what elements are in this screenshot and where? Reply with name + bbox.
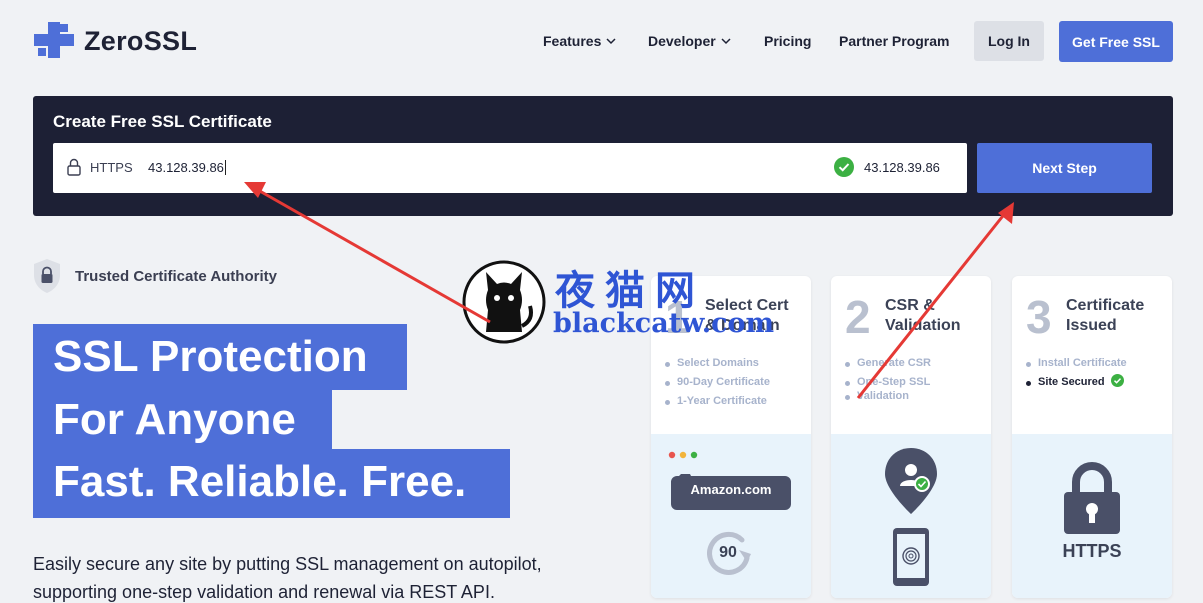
- step-card-issued: 3 Certificate Issued Install Certificate…: [1012, 276, 1172, 598]
- nav-pricing[interactable]: Pricing: [764, 33, 811, 49]
- hero-title-line1: SSL Protection: [33, 324, 407, 390]
- watermark-english: blackcatw.com: [553, 308, 775, 339]
- hero-title-line2: For Anyone: [33, 387, 332, 453]
- chevron-down-icon: [721, 38, 731, 45]
- hero-title-line3: Fast. Reliable. Free.: [33, 449, 510, 518]
- step-card-validation: 2 CSR & Validation Generate CSR One-Step…: [831, 276, 991, 598]
- domain-input[interactable]: HTTPS 43.128.39.86 43.128.39.86: [53, 143, 967, 193]
- step-illustration: Amazon.com 90: [651, 434, 811, 598]
- list-item: Select Domains: [665, 354, 770, 373]
- days-label: 90: [719, 544, 737, 561]
- site-header: ZeroSSL Features Developer Pricing Partn…: [0, 0, 1203, 84]
- step-title: Certificate Issued: [1066, 296, 1144, 336]
- get-free-ssl-button[interactable]: Get Free SSL: [1059, 21, 1173, 62]
- nav-developer-label: Developer: [648, 33, 716, 49]
- nav-features[interactable]: Features: [543, 33, 617, 49]
- step-title-line2: Validation: [885, 317, 961, 334]
- create-certificate-panel: Create Free SSL Certificate HTTPS 43.128…: [33, 96, 1173, 216]
- user-pin-icon: [885, 448, 937, 514]
- nav-partner-label: Partner Program: [839, 33, 950, 49]
- browser-dots-icon: [668, 451, 698, 459]
- step-number: 3: [1026, 291, 1052, 343]
- step-title: CSR & Validation: [885, 296, 961, 336]
- blackcat-logo-icon: [462, 260, 546, 344]
- zerossl-logo-icon[interactable]: [34, 22, 74, 58]
- domain-value[interactable]: 43.128.39.86: [148, 160, 226, 175]
- list-item-site-secured: Site Secured: [1026, 373, 1127, 392]
- step-items: Install Certificate Site Secured: [1026, 354, 1127, 392]
- chevron-down-icon: [606, 38, 616, 45]
- nav-developer[interactable]: Developer: [648, 33, 732, 49]
- step-title-line2: Issued: [1066, 317, 1117, 334]
- trusted-ca-label: Trusted Certificate Authority: [75, 268, 277, 285]
- nav-partner-program[interactable]: Partner Program: [839, 33, 949, 49]
- site-label: Amazon.com: [690, 482, 772, 497]
- brand-name[interactable]: ZeroSSL: [84, 26, 197, 57]
- hero-description: Easily secure any site by putting SSL ma…: [33, 554, 542, 602]
- login-button[interactable]: Log In: [974, 21, 1044, 61]
- check-circle-icon: [1110, 374, 1124, 387]
- list-item: 90-Day Certificate: [665, 373, 770, 392]
- list-item: Install Certificate: [1026, 354, 1127, 373]
- https-label: HTTPS: [1062, 541, 1122, 561]
- lock-icon: [67, 158, 81, 176]
- step-title-line1: CSR &: [885, 297, 935, 314]
- create-panel-title: Create Free SSL Certificate: [53, 112, 272, 131]
- step-title-line1: Certificate: [1066, 297, 1145, 314]
- list-item: Generate CSR: [845, 354, 931, 373]
- step-items: Generate CSR One-Step SSL Validation: [845, 354, 931, 406]
- step-card-header: 2 CSR & Validation Generate CSR One-Step…: [831, 276, 991, 434]
- nav-pricing-label: Pricing: [764, 33, 812, 49]
- domain-text: 43.128.39.86: [148, 160, 224, 175]
- step-items: Select Domains 90-Day Certificate 1-Year…: [665, 354, 770, 411]
- step-number: 2: [845, 291, 871, 343]
- phone-fingerprint-icon: [893, 528, 929, 586]
- list-item: 1-Year Certificate: [665, 392, 770, 411]
- validated-domain: 43.128.39.86: [864, 160, 940, 175]
- nav-features-label: Features: [543, 33, 602, 49]
- list-item-continued: Validation: [845, 387, 931, 406]
- next-step-button[interactable]: Next Step: [977, 143, 1152, 193]
- text-caret: [224, 160, 226, 175]
- shield-lock-icon: [34, 259, 60, 293]
- protocol-label: HTTPS: [90, 160, 133, 175]
- step-illustration: HTTPS: [1012, 434, 1172, 598]
- site-secured-label: Site Secured: [1038, 376, 1105, 388]
- check-circle-icon: [834, 157, 854, 177]
- step-card-header: 3 Certificate Issued Install Certificate…: [1012, 276, 1172, 434]
- padlock-icon: [1064, 462, 1120, 534]
- step-illustration: [831, 434, 991, 598]
